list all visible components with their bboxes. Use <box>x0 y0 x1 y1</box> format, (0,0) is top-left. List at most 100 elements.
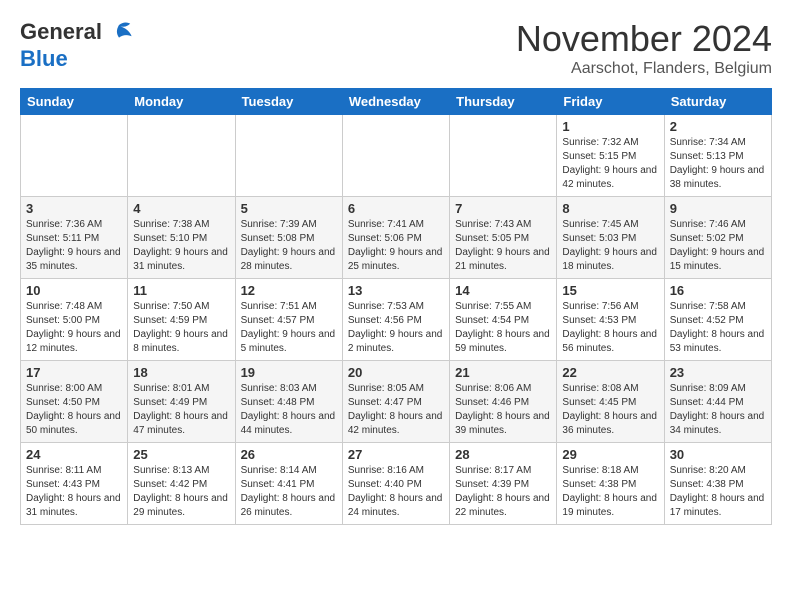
day-info: Sunrise: 8:18 AM Sunset: 4:38 PM Dayligh… <box>562 464 658 520</box>
day-number: 21 <box>455 365 551 380</box>
week-row-1: 1Sunrise: 7:32 AM Sunset: 5:15 PM Daylig… <box>21 115 772 197</box>
day-info: Sunrise: 7:32 AM Sunset: 5:15 PM Dayligh… <box>562 136 658 192</box>
day-info: Sunrise: 8:03 AM Sunset: 4:48 PM Dayligh… <box>241 382 337 438</box>
day-cell: 22 Sunrise: 8:08 AM Sunset: 4:45 PM Dayli… <box>557 361 664 443</box>
day-number: 24 <box>26 447 122 462</box>
day-info: Sunrise: 7:48 AM Sunset: 5:00 PM Dayligh… <box>26 300 122 356</box>
day-info: Sunrise: 7:51 AM Sunset: 4:57 PM Dayligh… <box>241 300 337 356</box>
day-cell: 11 Sunrise: 7:50 AM Sunset: 4:59 PM Dayli… <box>128 279 235 361</box>
weekday-header-monday: Monday <box>128 89 235 115</box>
day-cell: 1Sunrise: 7:32 AM Sunset: 5:15 PM Daylig… <box>557 115 664 197</box>
day-number: 5 <box>241 201 337 216</box>
day-cell: 2Sunrise: 7:34 AM Sunset: 5:13 PM Daylig… <box>664 115 771 197</box>
day-number: 25 <box>133 447 229 462</box>
day-cell <box>21 115 128 197</box>
day-number: 26 <box>241 447 337 462</box>
day-number: 10 <box>26 283 122 298</box>
day-cell: 15 Sunrise: 7:56 AM Sunset: 4:53 PM Dayli… <box>557 279 664 361</box>
day-info: Sunrise: 7:38 AM Sunset: 5:10 PM Dayligh… <box>133 218 229 274</box>
day-info: Sunrise: 8:06 AM Sunset: 4:46 PM Dayligh… <box>455 382 551 438</box>
day-info: Sunrise: 8:16 AM Sunset: 4:40 PM Dayligh… <box>348 464 444 520</box>
day-number: 30 <box>670 447 766 462</box>
day-cell: 24 Sunrise: 8:11 AM Sunset: 4:43 PM Dayli… <box>21 443 128 525</box>
weekday-header-wednesday: Wednesday <box>342 89 449 115</box>
day-number: 6 <box>348 201 444 216</box>
day-number: 20 <box>348 365 444 380</box>
weekday-header-sunday: Sunday <box>21 89 128 115</box>
day-cell: 14 Sunrise: 7:55 AM Sunset: 4:54 PM Dayli… <box>450 279 557 361</box>
day-number: 16 <box>670 283 766 298</box>
day-info: Sunrise: 7:46 AM Sunset: 5:02 PM Dayligh… <box>670 218 766 274</box>
day-cell: 4 Sunrise: 7:38 AM Sunset: 5:10 PM Daylig… <box>128 197 235 279</box>
day-number: 29 <box>562 447 658 462</box>
day-cell <box>342 115 449 197</box>
day-info: Sunrise: 8:17 AM Sunset: 4:39 PM Dayligh… <box>455 464 551 520</box>
day-info: Sunrise: 8:14 AM Sunset: 4:41 PM Dayligh… <box>241 464 337 520</box>
day-cell: 25 Sunrise: 8:13 AM Sunset: 4:42 PM Dayli… <box>128 443 235 525</box>
day-cell: 23Sunrise: 8:09 AM Sunset: 4:44 PM Dayli… <box>664 361 771 443</box>
day-cell: 27 Sunrise: 8:16 AM Sunset: 4:40 PM Dayli… <box>342 443 449 525</box>
day-number: 15 <box>562 283 658 298</box>
weekday-header-row: SundayMondayTuesdayWednesdayThursdayFrid… <box>21 89 772 115</box>
day-info: Sunrise: 7:58 AM Sunset: 4:52 PM Dayligh… <box>670 300 766 356</box>
day-info: Sunrise: 7:39 AM Sunset: 5:08 PM Dayligh… <box>241 218 337 274</box>
day-number: 13 <box>348 283 444 298</box>
day-info: Sunrise: 8:00 AM Sunset: 4:50 PM Dayligh… <box>26 382 122 438</box>
header: General Blue November 2024 Aarschot, Fla… <box>20 18 772 78</box>
day-number: 11 <box>133 283 229 298</box>
day-cell: 10 Sunrise: 7:48 AM Sunset: 5:00 PM Dayli… <box>21 279 128 361</box>
day-cell: 3 Sunrise: 7:36 AM Sunset: 5:11 PM Daylig… <box>21 197 128 279</box>
logo-text: General <box>20 18 133 46</box>
day-info: Sunrise: 7:53 AM Sunset: 4:56 PM Dayligh… <box>348 300 444 356</box>
day-info: Sunrise: 8:08 AM Sunset: 4:45 PM Dayligh… <box>562 382 658 438</box>
day-cell <box>450 115 557 197</box>
day-number: 14 <box>455 283 551 298</box>
day-cell: 29 Sunrise: 8:18 AM Sunset: 4:38 PM Dayli… <box>557 443 664 525</box>
day-number: 3 <box>26 201 122 216</box>
day-number: 27 <box>348 447 444 462</box>
day-number: 28 <box>455 447 551 462</box>
day-cell: 9 Sunrise: 7:46 AM Sunset: 5:02 PM Daylig… <box>664 197 771 279</box>
day-cell: 8Sunrise: 7:45 AM Sunset: 5:03 PM Daylig… <box>557 197 664 279</box>
week-row-2: 3 Sunrise: 7:36 AM Sunset: 5:11 PM Daylig… <box>21 197 772 279</box>
day-info: Sunrise: 7:55 AM Sunset: 4:54 PM Dayligh… <box>455 300 551 356</box>
title-area: November 2024 Aarschot, Flanders, Belgiu… <box>516 18 772 78</box>
day-number: 22 <box>562 365 658 380</box>
day-info: Sunrise: 8:05 AM Sunset: 4:47 PM Dayligh… <box>348 382 444 438</box>
logo-bird-icon <box>105 18 133 46</box>
weekday-header-saturday: Saturday <box>664 89 771 115</box>
day-info: Sunrise: 7:50 AM Sunset: 4:59 PM Dayligh… <box>133 300 229 356</box>
day-cell <box>235 115 342 197</box>
day-info: Sunrise: 7:45 AM Sunset: 5:03 PM Dayligh… <box>562 218 658 274</box>
calendar-table: SundayMondayTuesdayWednesdayThursdayFrid… <box>20 88 772 525</box>
logo-blue-text: Blue <box>20 46 68 72</box>
weekday-header-tuesday: Tuesday <box>235 89 342 115</box>
day-info: Sunrise: 7:36 AM Sunset: 5:11 PM Dayligh… <box>26 218 122 274</box>
day-number: 2 <box>670 119 766 134</box>
month-title: November 2024 <box>516 18 772 60</box>
day-cell <box>128 115 235 197</box>
day-cell: 7 Sunrise: 7:43 AM Sunset: 5:05 PM Daylig… <box>450 197 557 279</box>
day-number: 18 <box>133 365 229 380</box>
day-number: 9 <box>670 201 766 216</box>
day-number: 17 <box>26 365 122 380</box>
day-info: Sunrise: 8:13 AM Sunset: 4:42 PM Dayligh… <box>133 464 229 520</box>
week-row-5: 24 Sunrise: 8:11 AM Sunset: 4:43 PM Dayli… <box>21 443 772 525</box>
day-info: Sunrise: 7:56 AM Sunset: 4:53 PM Dayligh… <box>562 300 658 356</box>
week-row-3: 10 Sunrise: 7:48 AM Sunset: 5:00 PM Dayli… <box>21 279 772 361</box>
day-number: 7 <box>455 201 551 216</box>
day-cell: 18Sunrise: 8:01 AM Sunset: 4:49 PM Dayli… <box>128 361 235 443</box>
weekday-header-friday: Friday <box>557 89 664 115</box>
day-cell: 5 Sunrise: 7:39 AM Sunset: 5:08 PM Daylig… <box>235 197 342 279</box>
day-info: Sunrise: 8:11 AM Sunset: 4:43 PM Dayligh… <box>26 464 122 520</box>
day-cell: 28 Sunrise: 8:17 AM Sunset: 4:39 PM Dayli… <box>450 443 557 525</box>
day-info: Sunrise: 7:43 AM Sunset: 5:05 PM Dayligh… <box>455 218 551 274</box>
logo-general-text: General <box>20 19 102 45</box>
day-cell: 12Sunrise: 7:51 AM Sunset: 4:57 PM Dayli… <box>235 279 342 361</box>
day-cell: 19Sunrise: 8:03 AM Sunset: 4:48 PM Dayli… <box>235 361 342 443</box>
location-subtitle: Aarschot, Flanders, Belgium <box>516 60 772 78</box>
day-number: 4 <box>133 201 229 216</box>
day-cell: 30Sunrise: 8:20 AM Sunset: 4:38 PM Dayli… <box>664 443 771 525</box>
day-cell: 26 Sunrise: 8:14 AM Sunset: 4:41 PM Dayli… <box>235 443 342 525</box>
day-cell: 16 Sunrise: 7:58 AM Sunset: 4:52 PM Dayli… <box>664 279 771 361</box>
